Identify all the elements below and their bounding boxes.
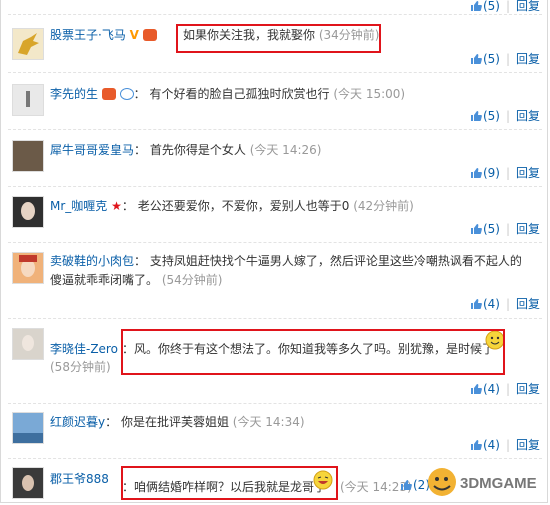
comment-line: 犀牛哥哥爱皇马： 首先你得是个女人 (今天 14:26) [50,143,322,157]
reply-link[interactable]: 回复 [516,297,540,311]
username[interactable]: 卖破鞋的小肉包 [50,254,134,268]
comment-line: 李晓佳-Zero [50,340,120,358]
reply-link[interactable]: 回复 [516,52,540,66]
like-button[interactable]: (4) [470,438,500,452]
avatar[interactable] [12,84,44,116]
reply-link[interactable]: 回复 [516,166,540,180]
reply-link[interactable]: 回复 [516,109,540,123]
comment-text: 傻逼就乖乖闭嘴了。 [50,273,159,287]
sky-avatar-icon [13,433,43,443]
separator [8,458,542,459]
comment-text: 你是在批评芙蓉姐姐 [120,415,229,429]
thumbs-up-icon [470,168,482,178]
comment-text: 支持凤姐赶快找个牛逼男人嫁了，然后评论里这些冷嘲热讽看不起人的 [149,254,522,268]
avatar[interactable] [12,467,44,499]
avatar[interactable] [12,28,44,60]
like-button[interactable]: (5) [470,109,500,123]
separator [8,242,542,243]
timestamp: (42分钟前) [353,199,414,213]
comment-actions: (4) | 回复 [470,380,540,397]
username[interactable]: 股票王子·飞马 [50,28,126,42]
face-avatar-icon [19,255,37,277]
like-button[interactable]: (9) [470,166,500,180]
username[interactable]: Mr_咖喱克 [50,199,107,213]
comment-line: (58分钟前) [50,358,111,376]
comment-line: 郡王爷888 [50,470,120,488]
like-button[interactable]: (4) [470,297,500,311]
separator [8,14,542,15]
reply-link[interactable]: 回复 [516,438,540,452]
watermark-logo: 3DMGAME [424,462,544,502]
separator [8,403,542,404]
comment-text: 有个好看的脸自己孤独时欣赏也行 [149,87,330,101]
reply-link[interactable]: 回复 [516,382,540,396]
thumbs-up-icon [470,224,482,234]
like-button[interactable]: (5) [470,0,500,13]
comment-actions: (4) | 回复 [470,295,540,312]
comment-actions: (9) | 回复 [470,164,540,181]
separator [8,186,542,187]
timestamp: (今天 14:34) [232,415,305,429]
timestamp: (今天 14:26) [249,143,322,157]
thumbs-up-icon [401,480,412,490]
comment-line: 李先的生 ： 有个好看的脸自己孤独时欣赏也行 (今天 15:00) [50,87,406,101]
timestamp: (58分钟前) [50,360,111,374]
like-button[interactable]: (5) [470,52,500,66]
highlight-box [176,24,381,53]
avatar[interactable] [12,140,44,172]
face-avatar-icon [21,202,35,220]
timestamp: (今天 15:00) [333,87,406,101]
username[interactable]: 郡王爷888 [50,472,109,486]
avatar[interactable] [12,328,44,360]
face-avatar-icon [22,335,34,351]
avatar[interactable] [12,196,44,228]
thumbs-up-icon [470,440,482,450]
verified-v-icon: V [129,28,139,42]
thumbs-up-icon [470,1,482,11]
reply-link[interactable]: 回复 [516,0,540,13]
highlight-box [121,329,505,375]
separator [8,129,542,130]
comment-actions: (5) | 回复 [470,107,540,124]
thumbs-up-icon [470,111,482,121]
comment-line: Mr_咖喱克 ★： 老公还要爱你，不爱你，爱别人也等于0 (42分钟前) [50,199,414,213]
comment-text: 首先你得是个女人 [149,143,246,157]
username[interactable]: 犀牛哥哥爱皇马 [50,143,134,157]
thumbs-up-icon [470,384,482,394]
separator [8,318,542,319]
avatar[interactable] [12,252,44,284]
highlight-box [121,466,338,500]
member-badge-icon [101,88,116,100]
thumbs-up-icon [470,54,482,64]
comment-line: 傻逼就乖乖闭嘴了。 (54分钟前) [50,271,222,289]
avatar[interactable] [12,412,44,444]
separator [8,72,542,73]
comment-text: 老公还要爱你，不爱你，爱别人也等于0 [137,199,350,213]
username[interactable]: 红颜迟暮y [50,415,105,429]
comment-line: 红颜迟暮y： 你是在批评芙蓉姐姐 (今天 14:34) [50,415,305,429]
username[interactable]: 李先的生 [50,87,98,101]
reply-link[interactable]: 回复 [516,222,540,236]
face-avatar-icon [22,475,34,491]
star-badge-icon: ★ [111,199,122,213]
comment-line: 卖破鞋的小肉包： 支持凤姐赶快找个牛逼男人嫁了，然后评论里这些冷嘲热讽看不起人的 [50,254,522,268]
timestamp: (54分钟前) [161,273,223,287]
comment-actions: (5) | 回复 [470,50,540,67]
thumbs-up-icon [470,299,482,309]
username[interactable]: 李晓佳-Zero [50,342,118,356]
like-button[interactable]: (4) [470,382,500,396]
tiny-figure-icon [26,91,30,107]
comment-actions: (5) | 回复 [470,220,540,237]
eye-icon [119,88,134,100]
member-badge-icon [142,29,157,41]
like-button[interactable]: (5) [470,222,500,236]
top-row-actions: (5) | 回复 [470,0,540,14]
watermark-text: 3DMGAME [460,475,537,492]
pegasus-avatar-icon [18,33,39,55]
comment-actions: (4) | 回复 [470,436,540,453]
